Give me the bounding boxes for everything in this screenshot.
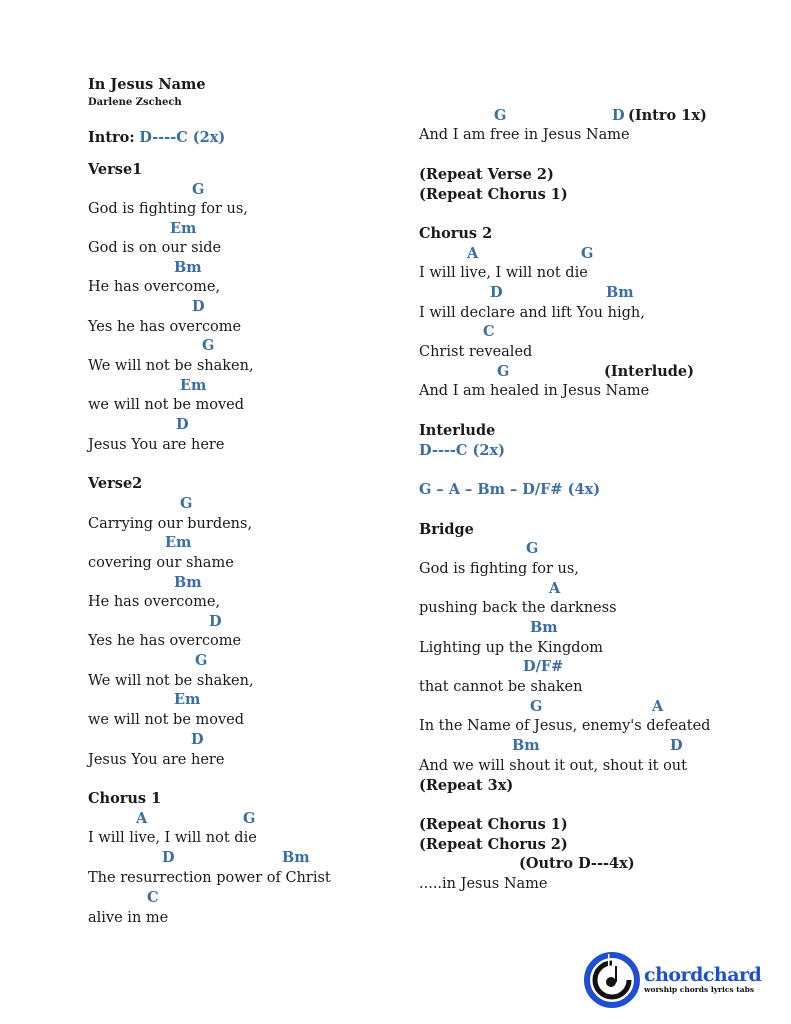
chord: Bm (174, 574, 202, 591)
chord: A (467, 245, 479, 262)
chord: D (191, 731, 204, 748)
lyric-line: pushing back the darkness (419, 600, 617, 616)
chord: D----C (2x) (419, 442, 505, 459)
chord: Em (174, 691, 201, 708)
logo-name: chordchard (644, 964, 762, 986)
chord: Em (170, 220, 197, 237)
performance-note: (Intro 1x) (628, 107, 707, 124)
chord: G (192, 181, 205, 198)
chord: Bm (174, 259, 202, 276)
intro-label: Intro: (88, 129, 135, 146)
chord: G – A – Bm – D/F# (4x) (419, 481, 601, 498)
performance-note: (Repeat Chorus 1) (419, 186, 568, 203)
chord: D (162, 849, 175, 866)
section-heading: Verse2 (88, 475, 143, 492)
chord: G (195, 652, 208, 669)
lyric-line: alive in me (88, 910, 169, 926)
lyric-line: And we will shout it out, shout it out (419, 758, 687, 774)
chord: D (192, 298, 205, 315)
chord: G (526, 540, 539, 557)
lyric-line: We will not be shaken, (88, 358, 254, 374)
chord: Bm (606, 284, 634, 301)
lyric-line: Yes he has overcome (88, 633, 242, 649)
chord: G (202, 337, 215, 354)
chord: A (652, 698, 664, 715)
section-heading: Verse1 (88, 161, 143, 178)
lyric-line: He has overcome, (88, 594, 221, 610)
performance-note: (Repeat 3x) (419, 777, 514, 794)
chord: G (530, 698, 543, 715)
lyric-line: .....in Jesus Name (419, 876, 548, 892)
lyric-line: Jesus You are here (88, 437, 225, 453)
chord: A (136, 810, 148, 827)
chord: D (612, 107, 625, 124)
lyric-line: The resurrection power of Christ (88, 870, 331, 886)
lyric-line: Yes he has overcome (88, 319, 242, 335)
chord: C (147, 889, 159, 906)
chord: D (490, 284, 503, 301)
chord: D/F# (523, 658, 564, 675)
chord: A (549, 580, 561, 597)
chord: Bm (282, 849, 310, 866)
song-title: In Jesus Name (88, 76, 206, 93)
chord: G (497, 363, 510, 380)
performance-note: (Repeat Chorus 2) (419, 836, 568, 853)
chord: Bm (512, 737, 540, 754)
lyric-line: we will not be moved (88, 397, 245, 413)
section-heading: Interlude (419, 422, 496, 439)
lyric-line: He has overcome, (88, 279, 221, 295)
lyric-line: I will declare and lift You high, (419, 305, 645, 321)
chord: G (581, 245, 594, 262)
intro-line: Intro: D----C (2x) (88, 129, 225, 147)
section-heading: Chorus 1 (88, 790, 162, 807)
lyric-line: covering our shame (88, 555, 234, 571)
performance-note: (Outro D---4x) (519, 855, 635, 872)
section-heading: Bridge (419, 521, 474, 538)
lyric-line: And I am free in Jesus Name (419, 127, 630, 143)
chordchard-logo[interactable]: chordchard worship chords lyrics tabs (584, 952, 764, 1012)
performance-note: (Interlude) (604, 363, 695, 380)
chord: D (209, 613, 222, 630)
chord: C (483, 323, 495, 340)
lyric-line: And I am healed in Jesus Name (419, 383, 650, 399)
song-artist: Darlene Zschech (88, 97, 182, 108)
intro-chords: D----C (2x) (139, 129, 226, 146)
lyric-line: Lighting up the Kingdom (419, 640, 604, 656)
logo-tagline: worship chords lyrics tabs (644, 985, 755, 994)
chord: D (670, 737, 683, 754)
lyric-line: I will live, I will not die (419, 265, 588, 281)
lyric-line: that cannot be shaken (419, 679, 583, 695)
chord: Bm (530, 619, 558, 636)
chord: G (180, 495, 193, 512)
lyric-line: Christ revealed (419, 344, 533, 360)
performance-note: (Repeat Chorus 1) (419, 816, 568, 833)
lyric-line: Jesus You are here (88, 752, 225, 768)
lyric-line: Carrying our burdens, (88, 516, 253, 532)
lyric-line: God is fighting for us, (419, 561, 579, 577)
lyric-line: God is on our side (88, 240, 222, 256)
chord: Em (165, 534, 192, 551)
chord: D (176, 416, 189, 433)
lyric-line: In the Name of Jesus, enemy's defeated (419, 718, 711, 734)
section-heading: Chorus 2 (419, 225, 493, 242)
chord: G (494, 107, 507, 124)
performance-note: (Repeat Verse 2) (419, 166, 554, 183)
lyric-line: God is fighting for us, (88, 201, 248, 217)
chord: Em (180, 377, 207, 394)
lyric-line: we will not be moved (88, 712, 245, 728)
lyric-line: We will not be shaken, (88, 673, 254, 689)
logo-mark-icon (584, 952, 640, 1008)
lyric-line: I will live, I will not die (88, 830, 257, 846)
chord: G (243, 810, 256, 827)
